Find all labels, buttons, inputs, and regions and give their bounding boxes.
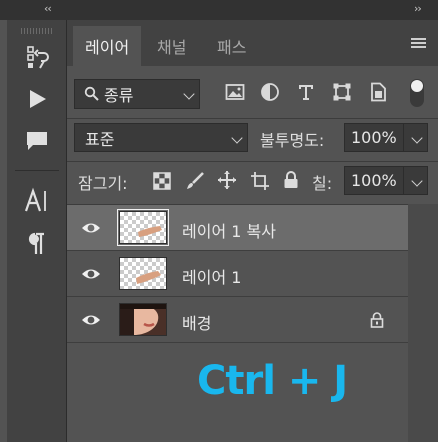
search-icon <box>84 86 99 101</box>
lock-artboard-icon[interactable] <box>250 171 270 195</box>
layer-lock-icon[interactable] <box>370 312 384 328</box>
paragraph-icon[interactable] <box>7 226 66 262</box>
panel-tab-bar: 레이어 채널 패스 <box>67 20 438 66</box>
visibility-eye-icon[interactable] <box>81 220 101 236</box>
layer-thumbnail <box>119 303 167 336</box>
filter-type-value: 종류 <box>104 86 134 105</box>
collapse-left-icon[interactable]: ‹‹ <box>44 2 52 15</box>
panel-dock-toolbar <box>7 20 67 442</box>
chevron-down-icon <box>183 88 195 100</box>
opacity-value: 100% <box>351 128 397 147</box>
chevron-down-icon[interactable] <box>411 174 423 187</box>
panel-top-strip: ‹‹ ›› <box>0 0 438 20</box>
filter-type-select[interactable]: 종류 <box>74 79 200 109</box>
blend-mode-select[interactable]: 표준 <box>74 123 248 152</box>
toolbar-divider <box>15 170 59 171</box>
tab-layers[interactable]: 레이어 <box>73 26 142 66</box>
lock-all-icon[interactable] <box>283 171 299 193</box>
fill-label: 칠: <box>312 174 333 193</box>
layer-name: 레이어 1 <box>182 268 242 287</box>
lock-transparent-icon[interactable] <box>153 172 171 194</box>
history-brush-icon[interactable] <box>7 40 66 74</box>
shortcut-overlay-text: Ctrl + J <box>197 358 348 404</box>
fill-value: 100% <box>351 171 397 190</box>
adjustment-filter-icon[interactable] <box>257 79 283 105</box>
layer-thumbnail <box>119 257 167 290</box>
chevron-down-icon <box>231 131 243 144</box>
layer-name: 배경 <box>182 314 212 333</box>
layer-thumbnail <box>117 209 169 246</box>
layers-panel: 레이어 채널 패스 종류 표준 불투명도: 100% 잠그기: 칠: 100% … <box>67 20 438 442</box>
tab-channels[interactable]: 채널 <box>145 26 198 66</box>
play-icon[interactable] <box>7 82 66 116</box>
panel-menu-icon[interactable] <box>411 38 426 48</box>
blend-mode-value: 표준 <box>85 129 115 149</box>
lock-label: 잠그기: <box>78 174 128 193</box>
lock-position-icon[interactable] <box>217 170 237 194</box>
lock-pixels-icon[interactable] <box>185 171 205 195</box>
image-filter-icon[interactable] <box>222 79 248 105</box>
layer-row[interactable]: 레이어 1 <box>67 251 408 297</box>
shape-filter-icon[interactable] <box>329 79 355 105</box>
collapse-right-icon[interactable]: ›› <box>414 2 422 15</box>
chevron-down-icon[interactable] <box>411 131 423 144</box>
visibility-eye-icon[interactable] <box>81 312 101 328</box>
opacity-label: 불투명도: <box>260 131 325 150</box>
layer-row[interactable]: 레이어 1 복사 <box>67 205 408 251</box>
layers-scrollbar[interactable] <box>408 204 438 442</box>
divider <box>67 161 438 162</box>
divider <box>67 118 438 119</box>
opacity-input[interactable]: 100% <box>344 123 428 152</box>
type-filter-icon[interactable] <box>293 79 319 105</box>
tab-paths[interactable]: 패스 <box>205 26 258 66</box>
smart-object-filter-icon[interactable] <box>365 79 391 105</box>
comment-icon[interactable] <box>7 124 66 158</box>
dock-grip[interactable] <box>21 28 53 34</box>
layer-row[interactable]: 배경 <box>67 297 408 343</box>
fill-input[interactable]: 100% <box>344 166 428 195</box>
character-icon[interactable] <box>7 182 66 220</box>
visibility-eye-icon[interactable] <box>81 266 101 282</box>
filter-toggle-switch[interactable] <box>410 79 424 107</box>
layer-name: 레이어 1 복사 <box>182 222 276 241</box>
